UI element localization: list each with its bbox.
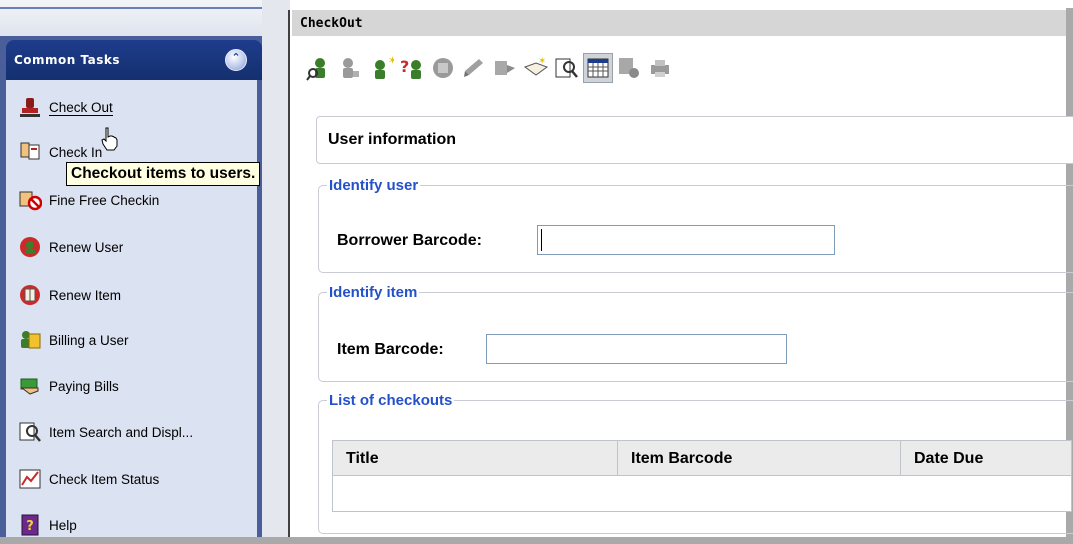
toolbar-user-help-button[interactable]: ? — [397, 53, 427, 83]
user-information-title: User information — [328, 131, 457, 148]
renew-item-icon — [20, 285, 40, 305]
sidebar-item-renew-item[interactable]: Renew Item — [18, 281, 121, 309]
identify-item-group: Identify item — [318, 284, 1073, 382]
gray-disc-icon — [433, 58, 453, 78]
identify-user-legend: Identify user — [329, 177, 419, 194]
collapse-button[interactable]: ⌃ — [225, 49, 247, 71]
frame-shadow-bottom — [0, 537, 1073, 544]
item-barcode-label: Item Barcode: — [337, 341, 444, 358]
column-header-label: Item Barcode — [631, 450, 733, 467]
sidebar-item-checkout[interactable]: Check Out — [18, 94, 113, 122]
gray-printer-icon — [651, 60, 669, 77]
sidebar-item-label: Paying Bills — [49, 378, 119, 394]
svg-text:?: ? — [400, 57, 409, 76]
sidebar-item-label: Fine Free Checkin — [49, 192, 160, 208]
toolbar-item-search-button[interactable] — [552, 53, 582, 83]
user-search-icon — [306, 58, 325, 81]
book-new-icon: ✶ — [523, 56, 549, 76]
pane-divider[interactable] — [262, 0, 290, 537]
user-information-header: User information — [316, 116, 1073, 164]
toolbar-user-button[interactable] — [335, 53, 365, 83]
sidebar-item-label: Check In — [49, 144, 103, 160]
gray-gear-icon — [619, 58, 639, 78]
toolbar-hand-button[interactable] — [490, 53, 520, 83]
svg-text:✶: ✶ — [388, 55, 394, 67]
sidebar-item-label: Billing a User — [49, 332, 129, 348]
toolbar-edit-button[interactable] — [459, 53, 489, 83]
toolbar-disc-button[interactable] — [428, 53, 458, 83]
toolbar: ✶ ? ✶ — [304, 50, 676, 86]
gray-pen-icon — [464, 59, 483, 77]
sidebar-item-label: Item Search and Displ... — [49, 424, 194, 440]
page-title: CheckOut — [300, 16, 363, 31]
borrower-barcode-label: Borrower Barcode: — [337, 232, 482, 249]
item-search-icon — [555, 58, 578, 78]
svg-text:✶: ✶ — [538, 56, 546, 67]
text-caret — [541, 229, 542, 251]
checkouts-table-body[interactable] — [332, 476, 1072, 512]
paying-bills-icon — [20, 378, 39, 395]
toolbar-new-user-button[interactable]: ✶ — [366, 53, 396, 83]
sidebar-item-billing-user[interactable]: Billing a User — [18, 326, 129, 354]
sidebar-item-help[interactable]: ? Help — [18, 511, 77, 537]
sidebar-item-fine-free-checkin[interactable]: Fine Free Checkin — [18, 186, 159, 214]
checkouts-table-header: Title Item Barcode Date Due — [332, 440, 1072, 476]
toolbar-user-search-button[interactable] — [304, 53, 334, 83]
column-header-label: Title — [346, 450, 379, 467]
checkin-hands-icon — [20, 142, 40, 160]
identify-item-legend: Identify item — [329, 284, 418, 301]
toolbar-settings-button[interactable] — [614, 53, 644, 83]
sidebar-item-renew-user[interactable]: Renew User — [18, 233, 123, 261]
item-search-icon — [19, 422, 41, 442]
help-book-icon: ? — [21, 514, 39, 536]
pane-divider-line — [288, 10, 290, 537]
gray-hand-icon — [495, 61, 515, 75]
renew-user-icon — [20, 237, 40, 257]
column-header-date-due[interactable]: Date Due — [901, 441, 1071, 475]
svg-text:?: ? — [26, 519, 34, 534]
new-user-icon: ✶ — [375, 55, 394, 79]
sidebar: Common Tasks ⌃ Check Out Check In Fine F… — [0, 0, 262, 537]
toolbar-print-button[interactable] — [645, 53, 675, 83]
sidebar-item-label: Check Out — [49, 100, 113, 116]
billing-user-icon — [21, 331, 41, 349]
column-header-item-barcode[interactable]: Item Barcode — [618, 441, 901, 475]
hand-cursor-icon — [101, 127, 118, 151]
sidebar-item-label: Help — [49, 517, 77, 533]
common-tasks-panel: Check Out Check In Fine Free Checkin Ren… — [6, 80, 257, 537]
fine-free-checkin-icon — [19, 191, 42, 211]
chevron-up-icon: ⌃ — [231, 51, 241, 64]
sidebar-item-paying-bills[interactable]: Paying Bills — [18, 372, 119, 400]
toolbar-calendar-button[interactable] — [583, 53, 613, 83]
sidebar-top-strip — [0, 0, 262, 36]
user-help-icon: ? — [400, 57, 421, 79]
column-header-title[interactable]: Title — [333, 441, 618, 475]
sidebar-item-label: Check Item Status — [49, 471, 160, 487]
common-tasks-title: Common Tasks — [14, 53, 121, 67]
toolbar-new-item-button[interactable]: ✶ — [521, 53, 551, 83]
sidebar-item-label: Renew User — [49, 239, 124, 255]
sidebar-top-line — [0, 7, 262, 9]
item-barcode-input[interactable] — [486, 334, 787, 364]
tooltip: Checkout items to users. — [66, 162, 261, 186]
calendar-icon — [587, 58, 609, 78]
common-tasks-header[interactable]: Common Tasks ⌃ — [6, 40, 262, 80]
sidebar-item-label: Renew Item — [49, 287, 122, 303]
checkout-stamp-icon — [20, 98, 40, 117]
borrower-barcode-input[interactable] — [537, 225, 835, 255]
user-gray-icon — [343, 58, 359, 78]
checkouts-legend: List of checkouts — [329, 392, 453, 409]
check-item-status-icon — [19, 469, 41, 489]
sidebar-item-item-search[interactable]: Item Search and Displ... — [18, 418, 193, 446]
column-header-label: Date Due — [914, 450, 984, 467]
sidebar-item-check-item-status[interactable]: Check Item Status — [18, 465, 159, 493]
main-header: CheckOut — [292, 10, 1066, 36]
